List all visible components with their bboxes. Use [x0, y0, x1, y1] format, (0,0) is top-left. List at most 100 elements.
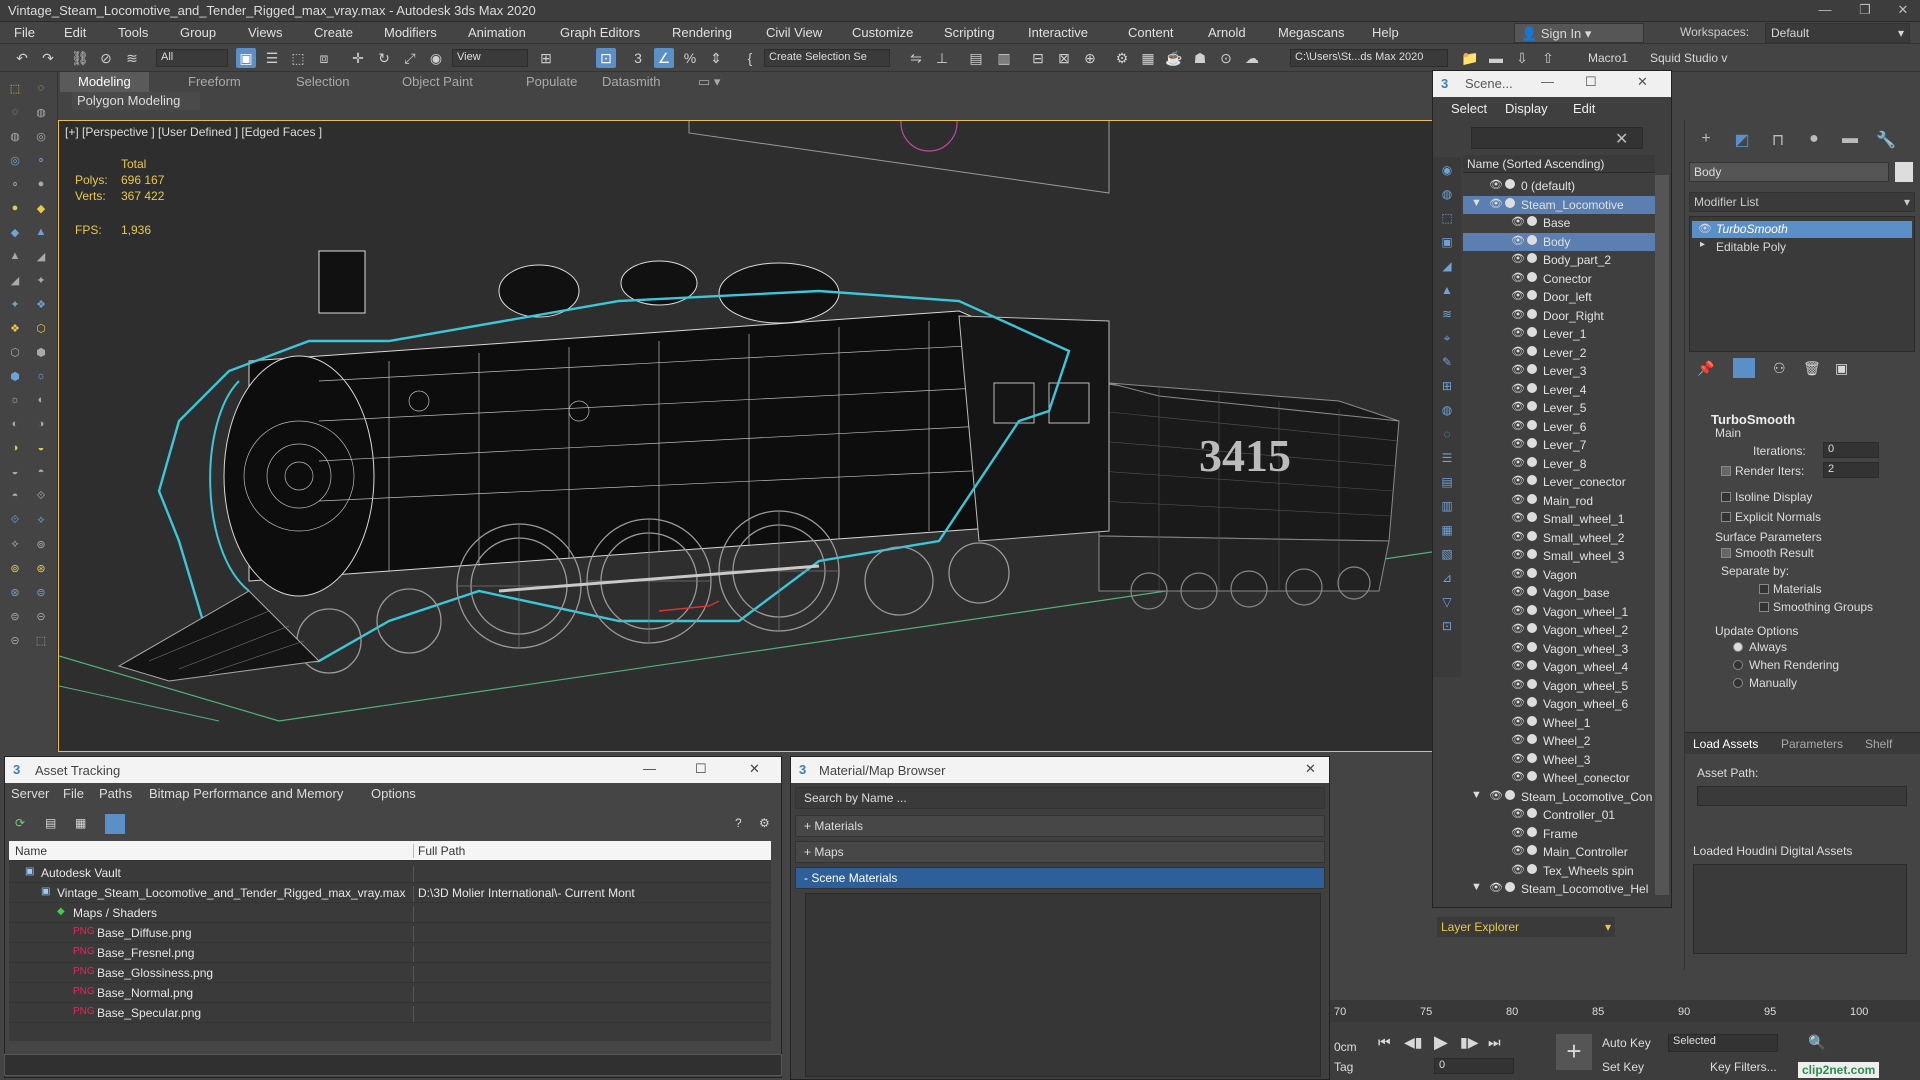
tool-icon[interactable]: ⊜ [32, 586, 50, 602]
scene-tree-item[interactable]: 👁 Door_left [1463, 288, 1655, 306]
scene-filter-icon[interactable]: ▲ [1437, 283, 1457, 301]
maximize-icon[interactable]: ☐ [695, 761, 707, 777]
freeze-toggle-icon[interactable] [1505, 197, 1515, 208]
visibility-eye-icon[interactable]: 👁 [1511, 419, 1525, 432]
menu-modifiers[interactable]: Modifiers [384, 25, 437, 40]
menu-options[interactable]: Options [371, 786, 416, 801]
visibility-eye-icon[interactable]: 👁 [1511, 511, 1525, 524]
current-frame-field[interactable]: 0 [1434, 1058, 1514, 1074]
tool-icon[interactable]: ◆ [6, 226, 24, 242]
scene-tree-item[interactable]: 👁 Lever_3 [1463, 362, 1655, 380]
scene-tree-item[interactable]: 👁 Vagon [1463, 566, 1655, 584]
freeze-toggle-icon[interactable] [1527, 234, 1537, 245]
asset-table-row[interactable]: PNG Base_Fresnel.png [9, 943, 771, 963]
tool-icon[interactable]: ☼ [6, 394, 24, 410]
eye-icon[interactable]: 👁 [1698, 222, 1712, 235]
menu-file[interactable]: File [14, 25, 35, 40]
freeze-toggle-icon[interactable] [1527, 401, 1537, 411]
scene-filter-icon[interactable]: ▣ [1437, 235, 1457, 253]
asset-table-row[interactable]: PNG Base_Diffuse.png [9, 923, 771, 943]
render-shot-icon[interactable]: ⊙ [1216, 48, 1236, 68]
scene-tree-item[interactable]: 👁 Small_wheel_1 [1463, 510, 1655, 528]
tool-icon[interactable]: ⊚ [6, 562, 24, 578]
scene-filter-icon[interactable]: ⊡ [1437, 619, 1457, 637]
scene-filter-icon[interactable]: ✎ [1437, 355, 1457, 373]
tab-shelf[interactable]: Shelf [1865, 737, 1892, 751]
window-crossing-icon[interactable]: ⧈ [314, 48, 334, 68]
menu-megascans[interactable]: Megascans [1278, 25, 1344, 40]
tab-populate[interactable]: Populate [526, 74, 577, 89]
refresh-icon[interactable]: ⟳ [15, 816, 25, 830]
workspace-dropdown[interactable]: Default ▾ [1765, 23, 1910, 43]
tool-icon[interactable]: ✦ [32, 274, 50, 290]
visibility-eye-icon[interactable]: 👁 [1511, 252, 1525, 265]
freeze-toggle-icon[interactable] [1527, 697, 1537, 707]
asset-table-row[interactable]: PNG Base_Glossiness.png [9, 963, 771, 983]
visibility-eye-icon[interactable]: 👁 [1511, 382, 1525, 395]
scene-tree-item[interactable]: ▼ 👁 Steam_Locomotive [1463, 195, 1655, 214]
scene-filter-icon[interactable]: ▧ [1437, 547, 1457, 565]
set-key-button[interactable]: Set Key [1602, 1060, 1644, 1074]
material-editor-icon[interactable]: ⊕ [1080, 48, 1100, 68]
menu-display[interactable]: Display [1505, 101, 1548, 116]
visibility-eye-icon[interactable]: 👁 [1511, 844, 1525, 857]
scene-tree-item[interactable]: 👁 Lever_6 [1463, 418, 1655, 436]
freeze-toggle-icon[interactable] [1527, 734, 1537, 744]
close-button[interactable]: ✕ [1888, 2, 1918, 20]
scene-filter-icon[interactable]: ⊞ [1437, 379, 1457, 397]
tool-icon[interactable]: ● [32, 178, 50, 194]
tab-selection[interactable]: Selection [296, 74, 349, 89]
utilities-icon[interactable]: 🔧 [1875, 130, 1897, 150]
menu-bitmap-performance[interactable]: Bitmap Performance and Memory [149, 786, 343, 801]
detail-view-icon[interactable]: ▦ [75, 816, 86, 830]
scene-tree-item[interactable]: 👁 Lever_conector [1463, 473, 1655, 491]
tool-icon[interactable]: ◑ [6, 442, 24, 458]
freeze-toggle-icon[interactable] [1527, 308, 1537, 319]
tool-icon[interactable]: ◍ [6, 130, 24, 146]
scene-tree-item[interactable]: 👁 Lever_4 [1463, 381, 1655, 399]
redo-icon[interactable]: ↷ [38, 48, 58, 68]
schematic-view-icon[interactable]: ⊠ [1054, 48, 1074, 68]
menu-select[interactable]: Select [1451, 101, 1487, 116]
angle-snap-icon[interactable]: ∠ [654, 48, 674, 68]
tool-icon[interactable]: ⊛ [6, 586, 24, 602]
create-icon[interactable]: + [1695, 130, 1717, 150]
tool-icon[interactable]: ⟐ [6, 514, 24, 530]
freeze-toggle-icon[interactable] [1527, 253, 1537, 263]
close-icon[interactable]: ✕ [749, 761, 760, 777]
stack-item-editable-poly[interactable]: Editable Poly [1692, 239, 1912, 256]
toggle-scene-explorer-icon[interactable]: ▤ [966, 48, 986, 68]
project-path-dropdown[interactable]: C:\Users\St...ds Max 2020 [1290, 49, 1448, 67]
smooth-result-checkbox[interactable] [1721, 548, 1731, 558]
close-icon[interactable]: ✕ [1637, 74, 1648, 90]
minimize-button[interactable]: — [1810, 2, 1840, 20]
menu-civil-view[interactable]: Civil View [766, 25, 822, 40]
motion-icon[interactable]: ● [1803, 130, 1825, 150]
scene-tree-item[interactable]: 👁 Conector [1463, 270, 1655, 288]
expand-arrow-icon[interactable]: ▼ [1471, 197, 1485, 209]
scene-tree-item[interactable]: 👁 Vagon_wheel_5 [1463, 677, 1655, 695]
menu-tools[interactable]: Tools [118, 25, 148, 40]
freeze-toggle-icon[interactable] [1527, 216, 1537, 226]
menu-animation[interactable]: Animation [468, 25, 526, 40]
scene-filter-icon[interactable]: ⌖ [1437, 331, 1457, 349]
link-icon[interactable]: ⛓ [70, 48, 90, 68]
expand-icon[interactable]: ▸ [1700, 239, 1705, 250]
select-by-name-icon[interactable]: ☰ [262, 48, 282, 68]
freeze-toggle-icon[interactable] [1527, 623, 1537, 633]
scene-tree-item[interactable]: ▼ 👁 Steam_Locomotive_Con [1463, 788, 1655, 806]
menu-server[interactable]: Server [11, 786, 49, 801]
render-online-icon[interactable]: ☁ [1242, 48, 1262, 68]
rect-selection-icon[interactable]: ⬚ [288, 48, 308, 68]
menu-group[interactable]: Group [180, 25, 216, 40]
visibility-eye-icon[interactable]: 👁 [1511, 456, 1525, 469]
menu-paths[interactable]: Paths [99, 786, 132, 801]
list-view-icon[interactable]: ▤ [45, 816, 56, 830]
tab-parameters[interactable]: Parameters [1781, 737, 1843, 751]
align-icon[interactable]: ⊥ [932, 48, 952, 68]
prev-frame-icon[interactable]: ◀▮ [1404, 1034, 1422, 1051]
unlink-icon[interactable]: ⊘ [96, 48, 116, 68]
configure-sets-icon[interactable]: ▣ [1835, 360, 1848, 377]
tool-icon[interactable]: ⟐ [32, 490, 50, 506]
import-icon[interactable]: ⇩ [1512, 48, 1532, 68]
